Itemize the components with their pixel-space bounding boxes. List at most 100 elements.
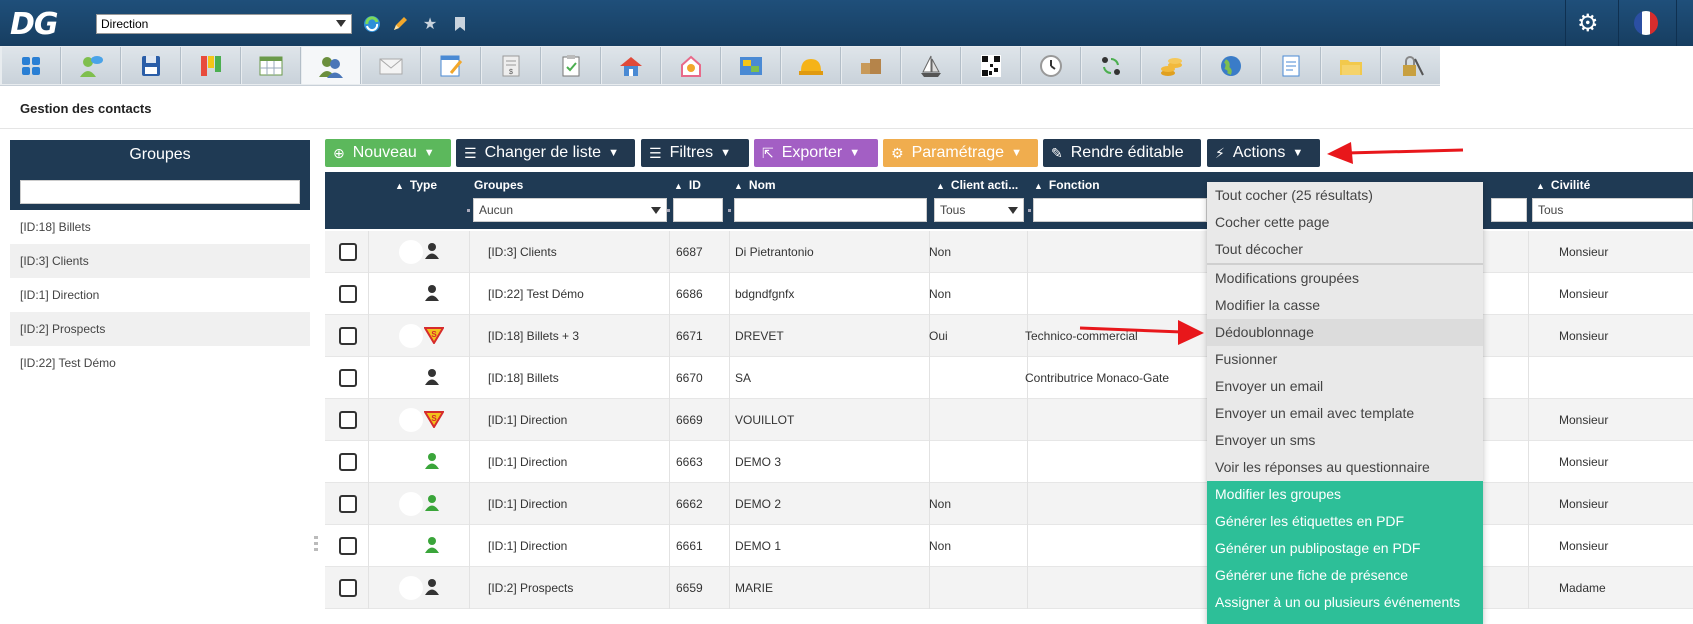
table-row[interactable]: S [ID:18] Billets + 3 6671 DREVET Oui Technic… <box>325 315 1693 357</box>
make-editable-button[interactable]: ✎ Rendre éditable <box>1043 139 1201 167</box>
menu-item-pdf-labels[interactable]: Générer les étiquettes en PDF <box>1207 508 1483 535</box>
refresh-icon[interactable] <box>362 14 382 34</box>
menu-item-send-sms[interactable]: Envoyer un sms <box>1207 427 1483 454</box>
table-row[interactable]: [ID:3] Clients 6687 Di Pietrantonio Non Mons… <box>325 231 1693 273</box>
column-divider <box>469 567 470 609</box>
app-logo[interactable]: DG <box>10 7 59 42</box>
group-item[interactable]: [ID:18] Billets <box>10 210 310 244</box>
column-header-type[interactable]: ▲ Type <box>395 178 437 192</box>
column-header-civilite[interactable]: ▲ Civilité <box>1536 178 1590 192</box>
row-checkbox[interactable] <box>339 453 357 471</box>
module-boat[interactable] <box>902 47 961 84</box>
menu-item-deduplicate[interactable]: Dédoublonnage <box>1207 319 1483 346</box>
column-header-nom[interactable]: ▲ Nom <box>734 178 776 192</box>
person-add-icon <box>424 452 440 476</box>
menu-item-pdf-mailing[interactable]: Générer un publipostage en PDF <box>1207 535 1483 562</box>
settings-button[interactable]: ⚙ Paramétrage ▼ <box>883 139 1038 167</box>
filter-id-input[interactable] <box>673 198 723 222</box>
module-invoice[interactable]: $ <box>482 47 541 84</box>
group-item[interactable]: [ID:3] Clients <box>10 244 310 278</box>
sort-icon: ▲ <box>936 181 945 191</box>
table-row[interactable]: [ID:1] Direction 6663 DEMO 3 Monsieur <box>325 441 1693 483</box>
module-notes[interactable] <box>422 47 481 84</box>
module-contacts[interactable] <box>302 47 361 84</box>
group-item[interactable]: [ID:22] Test Démo <box>10 346 310 380</box>
module-security[interactable] <box>1382 47 1441 84</box>
menu-item-send-email-template[interactable]: Envoyer un email avec template <box>1207 400 1483 427</box>
menu-item-assign-events[interactable]: Assigner à un ou plusieurs événements <box>1207 589 1483 616</box>
menu-item-change-case[interactable]: Modifier la casse <box>1207 292 1483 319</box>
module-tasks[interactable] <box>542 47 601 84</box>
module-mail[interactable] <box>362 47 421 84</box>
module-board[interactable] <box>182 47 241 84</box>
menu-item-more[interactable] <box>1207 616 1483 624</box>
menu-item-survey-answers[interactable]: Voir les réponses au questionnaire <box>1207 454 1483 481</box>
menu-item-send-email[interactable]: Envoyer un email <box>1207 373 1483 400</box>
filter-client-select[interactable]: Tous <box>934 198 1024 222</box>
filter-civilite-select[interactable]: Tous <box>1532 198 1693 222</box>
actions-button[interactable]: ⚡ Actions ▼ <box>1207 139 1320 167</box>
group-item[interactable]: [ID:1] Direction <box>10 278 310 312</box>
row-checkbox[interactable] <box>339 411 357 429</box>
bookmark-icon[interactable] <box>450 14 470 34</box>
pencil-icon[interactable] <box>390 14 410 34</box>
table-row[interactable]: [ID:1] Direction 6661 DEMO 1 Non Monsieur <box>325 525 1693 567</box>
table-row[interactable]: S [ID:1] Direction 6669 VOUILLOT Monsieur <box>325 399 1693 441</box>
module-exchange[interactable] <box>1082 47 1141 84</box>
filter-nom-input[interactable] <box>734 198 927 222</box>
row-checkbox[interactable] <box>339 369 357 387</box>
gear-icon[interactable]: ⚙ <box>1577 9 1599 38</box>
module-packages[interactable] <box>842 47 901 84</box>
module-clock[interactable] <box>1022 47 1081 84</box>
module-home[interactable] <box>602 47 661 84</box>
table-row[interactable]: [ID:1] Direction 6662 DEMO 2 Non Monsieur <box>325 483 1693 525</box>
row-checkbox[interactable] <box>339 285 357 303</box>
menu-item-merge[interactable]: Fusionner <box>1207 346 1483 373</box>
column-header-client[interactable]: ▲ Client acti... <box>936 178 1018 192</box>
menu-item-check-page[interactable]: Cocher cette page <box>1207 209 1483 236</box>
row-checkbox[interactable] <box>339 537 357 555</box>
module-map[interactable] <box>722 47 781 84</box>
menu-item-uncheck-all[interactable]: Tout décocher <box>1207 236 1483 263</box>
filters-button[interactable]: ☰ Filtres ▼ <box>641 139 749 167</box>
menu-item-attendance-sheet[interactable]: Générer une fiche de présence <box>1207 562 1483 589</box>
module-worksite[interactable] <box>782 47 841 84</box>
table-row[interactable]: [ID:22] Test Démo 6686 bdgndfgnfx Non Monsie… <box>325 273 1693 315</box>
menu-item-check-all[interactable]: Tout cocher (25 résultats) <box>1207 182 1483 209</box>
group-item[interactable]: [ID:2] Prospects <box>10 312 310 346</box>
module-finance[interactable] <box>1142 47 1201 84</box>
table-row[interactable]: [ID:2] Prospects 6659 MARIE Madame <box>325 567 1693 609</box>
context-select[interactable]: Direction <box>96 14 352 34</box>
menu-item-edit-groups[interactable]: Modifier les groupes <box>1207 481 1483 508</box>
module-globe[interactable] <box>1202 47 1261 84</box>
table-row[interactable]: [ID:18] Billets 6670 SA Contributrice Monac… <box>325 357 1693 399</box>
star-icon[interactable]: ★ <box>420 14 440 34</box>
module-contact[interactable] <box>62 47 121 84</box>
row-checkbox[interactable] <box>339 243 357 261</box>
bolt-icon: ⚡ <box>1215 144 1225 161</box>
change-list-button[interactable]: ☰ Changer de liste ▼ <box>456 139 635 167</box>
column-divider <box>368 399 369 441</box>
groups-search-input[interactable] <box>20 180 300 204</box>
row-checkbox[interactable] <box>339 579 357 597</box>
module-archive[interactable] <box>1322 47 1381 84</box>
france-flag-icon[interactable] <box>1634 11 1658 35</box>
column-header-fonction[interactable]: ▲ Fonction <box>1034 178 1100 192</box>
row-checkbox[interactable] <box>339 327 357 345</box>
filter-hidden-input[interactable] <box>1491 198 1527 222</box>
module-save[interactable] <box>122 47 181 84</box>
module-documents[interactable] <box>1262 47 1321 84</box>
new-button[interactable]: ⊕ Nouveau ▼ <box>325 139 451 167</box>
filter-fonction-input[interactable] <box>1033 198 1207 222</box>
column-header-id[interactable]: ▲ ID <box>674 178 701 192</box>
filter-groupes-select[interactable]: Aucun <box>473 198 667 222</box>
export-button[interactable]: ⇱ Exporter ▼ <box>754 139 878 167</box>
row-checkbox[interactable] <box>339 495 357 513</box>
menu-item-bulk-edit[interactable]: Modifications groupées <box>1207 265 1483 292</box>
module-table[interactable] <box>242 47 301 84</box>
resize-handle[interactable] <box>314 536 318 552</box>
column-header-groupes[interactable]: Groupes <box>474 178 523 192</box>
module-qrcode[interactable] <box>962 47 1021 84</box>
module-dashboard[interactable] <box>2 47 61 84</box>
module-property[interactable] <box>662 47 721 84</box>
